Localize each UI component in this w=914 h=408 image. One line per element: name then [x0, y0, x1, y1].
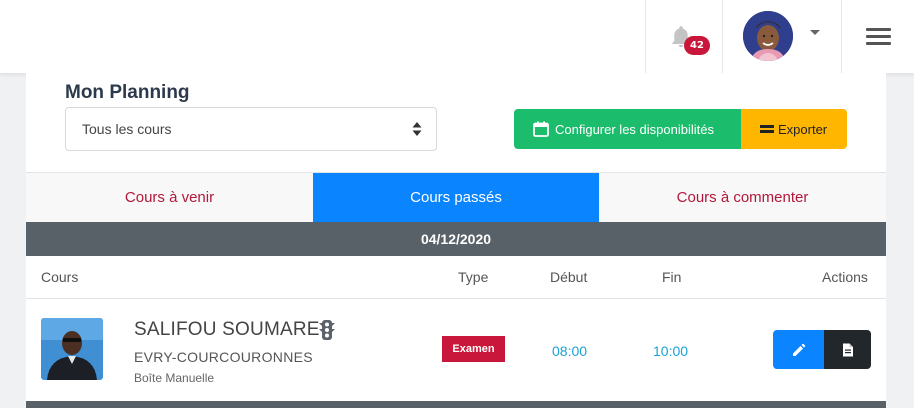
- column-header-course: Cours: [41, 269, 79, 285]
- tab-upcoming-courses[interactable]: Cours à venir: [26, 173, 313, 223]
- export-button[interactable]: Exporter: [741, 109, 847, 149]
- navbar-divider: [645, 0, 646, 73]
- export-icon: [760, 125, 774, 133]
- start-time: 08:00: [552, 343, 588, 359]
- planning-card: Mon Planning Tous les cours Configurer l…: [26, 73, 886, 408]
- calendar-icon: [533, 121, 549, 137]
- export-label: Exporter: [778, 122, 828, 137]
- column-header-start: Début: [550, 269, 588, 285]
- end-time: 10:00: [653, 343, 689, 359]
- page-title: Mon Planning: [65, 82, 190, 103]
- chevron-down-icon[interactable]: [810, 30, 820, 35]
- date-group-header: 04/12/2020: [26, 222, 886, 256]
- navbar-divider: [722, 0, 723, 73]
- column-header-end: Fin: [662, 269, 682, 285]
- course-type-badge: Examen: [442, 336, 505, 362]
- view-document-button[interactable]: [824, 330, 871, 369]
- planning-tabs: Cours à venir Cours passés Cours à comme…: [26, 172, 886, 223]
- document-icon: [842, 343, 853, 356]
- tab-past-courses[interactable]: Cours passés: [313, 173, 599, 223]
- next-date-group-header: [26, 401, 886, 408]
- column-header-actions: Actions: [822, 269, 868, 285]
- student-name: SALIFOU SOUMARE: [134, 319, 320, 340]
- gearbox-type: Boîte Manuelle: [134, 371, 215, 385]
- user-avatar[interactable]: [743, 11, 793, 61]
- column-header-type: Type: [458, 269, 489, 285]
- student-photo: [41, 318, 103, 380]
- menu-icon[interactable]: [866, 28, 891, 46]
- notification-badge: 42: [684, 36, 710, 55]
- student-city: EVRY-COURCOURONNES: [134, 349, 313, 365]
- pencil-icon: [792, 343, 805, 356]
- traffic-light-icon: [319, 320, 335, 340]
- course-filter-value: Tous les cours: [82, 121, 172, 137]
- table-row: SALIFOU SOUMARE EVRY-COURCOURONNES Boîte…: [26, 299, 886, 401]
- navbar-divider: [841, 0, 842, 73]
- sort-icon: [412, 122, 422, 136]
- edit-button[interactable]: [773, 330, 824, 369]
- table-header: Cours Type Début Fin Actions: [26, 256, 886, 299]
- top-navbar: 42: [0, 0, 914, 73]
- tab-courses-to-comment[interactable]: Cours à commenter: [599, 173, 886, 223]
- configure-availability-label: Configurer les disponibilités: [555, 122, 714, 137]
- course-filter-select[interactable]: Tous les cours: [65, 107, 437, 151]
- configure-availability-button[interactable]: Configurer les disponibilités: [514, 109, 741, 149]
